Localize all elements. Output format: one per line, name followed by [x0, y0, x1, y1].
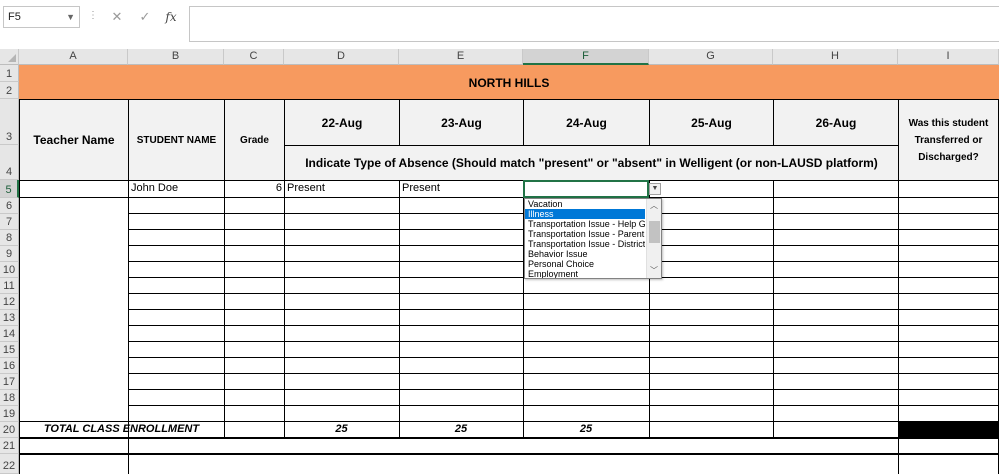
day2-cell[interactable]: Present	[402, 182, 440, 197]
column-header-a[interactable]: A	[19, 49, 128, 65]
cancel-icon[interactable]: ✕	[106, 6, 128, 28]
column-header-i[interactable]: I	[898, 49, 999, 65]
total-day1[interactable]: 25	[284, 423, 399, 438]
student-cell[interactable]: John Doe	[131, 182, 178, 197]
column-header-b[interactable]: B	[128, 49, 224, 65]
list-item[interactable]: Personal Choice	[525, 259, 645, 269]
name-box-value: F5	[8, 11, 21, 23]
row-header-9[interactable]: 9	[0, 246, 19, 262]
black-fill-cell[interactable]	[898, 422, 999, 438]
row-header-20[interactable]: 20	[0, 422, 19, 438]
row-header-8[interactable]: 8	[0, 230, 19, 246]
row-header-18[interactable]: 18	[0, 390, 19, 406]
list-item[interactable]: Transportation Issue - District	[525, 239, 645, 249]
student-name-header: STUDENT NAME	[136, 134, 217, 146]
row-header-6[interactable]: 6	[0, 198, 19, 214]
formula-input[interactable]	[189, 6, 999, 42]
date-header-4: 25-Aug	[691, 115, 732, 130]
list-item[interactable]: Vacation	[525, 199, 645, 209]
drag-handle-icon[interactable]: ⋮	[88, 9, 98, 23]
list-item[interactable]: Behavior Issue	[525, 249, 645, 259]
total-enrollment-label[interactable]: TOTAL CLASS ENROLLMENT	[19, 423, 224, 438]
date-header-1: 22-Aug	[321, 115, 363, 130]
row-header-4[interactable]: 4	[0, 145, 19, 180]
column-header-e[interactable]: E	[399, 49, 523, 65]
row-header-11[interactable]: 11	[0, 278, 19, 294]
total-day2[interactable]: 25	[399, 423, 523, 438]
list-item[interactable]: Transportation Issue - Help Gr	[525, 219, 645, 229]
teacher-name-header: Teacher Name	[33, 133, 115, 147]
row-header-13[interactable]: 13	[0, 310, 19, 326]
list-item[interactable]: Transportation Issue - Parent	[525, 229, 645, 239]
row-header-12[interactable]: 12	[0, 294, 19, 310]
column-header-g[interactable]: G	[649, 49, 773, 65]
row-header-17[interactable]: 17	[0, 374, 19, 390]
active-cell-f5[interactable]	[523, 180, 649, 198]
instruction-text: Indicate Type of Absence (Should match "…	[305, 156, 878, 170]
row-header-15[interactable]: 15	[0, 342, 19, 358]
chevron-up-icon[interactable]: ︿	[647, 199, 661, 213]
date-header-5: 26-Aug	[815, 115, 857, 130]
column-header-f[interactable]: F	[523, 49, 649, 65]
row-header-19[interactable]: 19	[0, 406, 19, 422]
transferred-header: Was this student Transferred or Discharg…	[908, 117, 989, 163]
column-header-d[interactable]: D	[284, 49, 399, 65]
row-header-14[interactable]: 14	[0, 326, 19, 342]
row-header-2[interactable]: 2	[0, 82, 19, 99]
total-day3[interactable]: 25	[523, 423, 649, 438]
row-header-1[interactable]: 1	[0, 65, 19, 82]
row-header-7[interactable]: 7	[0, 214, 19, 230]
row-header-3[interactable]: 3	[0, 99, 19, 145]
name-box[interactable]: F5 ▼	[3, 6, 80, 28]
row-header-16[interactable]: 16	[0, 358, 19, 374]
chevron-down-icon[interactable]: ▼	[649, 183, 661, 195]
chevron-down-icon[interactable]: ﹀	[647, 264, 661, 278]
grade-header: Grade	[240, 134, 269, 146]
row-header-21[interactable]: 21	[0, 438, 19, 454]
formula-bar: F5 ▼ ⋮ ✕ ✓ fx	[0, 0, 999, 42]
list-item[interactable]: Employment	[525, 269, 645, 278]
insert-function-icon[interactable]: fx	[160, 6, 182, 28]
grade-cell[interactable]: 6	[224, 182, 282, 197]
row-header-5[interactable]: 5	[0, 180, 19, 198]
enter-icon[interactable]: ✓	[134, 6, 156, 28]
dropdown-scrollbar[interactable]: ︿ ﹀	[646, 199, 661, 278]
row-header-22[interactable]: 22	[0, 454, 19, 474]
row-header-10[interactable]: 10	[0, 262, 19, 278]
column-header-c[interactable]: C	[224, 49, 284, 65]
scrollbar-thumb[interactable]	[649, 221, 660, 243]
chevron-down-icon[interactable]: ▼	[66, 7, 75, 27]
select-all-button[interactable]	[0, 49, 19, 65]
validation-dropdown-list[interactable]: Vacation Illness Transportation Issue - …	[524, 198, 662, 279]
list-item-selected[interactable]: Illness	[525, 209, 645, 219]
date-header-2: 23-Aug	[441, 115, 482, 130]
day1-cell[interactable]: Present	[287, 182, 325, 197]
date-header-3: 24-Aug	[566, 115, 607, 130]
sheet-title[interactable]: NORTH HILLS	[19, 65, 999, 99]
column-header-h[interactable]: H	[773, 49, 898, 65]
